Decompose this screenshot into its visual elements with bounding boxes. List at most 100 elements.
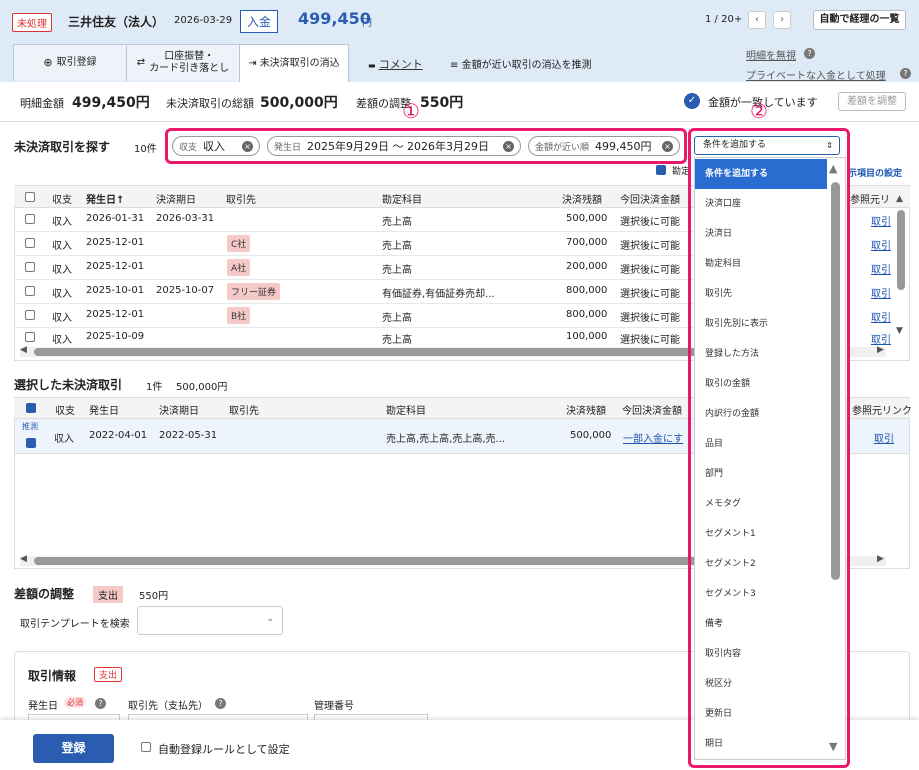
tab-label: 金額が近い取引の消込を推測	[461, 60, 592, 71]
row-checkbox[interactable]	[25, 286, 35, 296]
select-all-checkbox[interactable]	[25, 192, 35, 202]
table-row[interactable]: 収入 2025-12-01 C社 売上高 700,000 選択後に可能	[14, 232, 694, 256]
arrow-left-icon[interactable]: ◀	[20, 554, 27, 564]
cell-balance: 800,000	[566, 285, 608, 296]
tab-unsettled[interactable]: ⇥ 未決済取引の消込	[239, 44, 349, 82]
cell-pay: 選択後に可能	[620, 241, 680, 252]
next-page-button[interactable]: ›	[773, 11, 791, 29]
tab-register[interactable]: ⊕ 取引登録	[13, 44, 127, 81]
adjust-diff-button[interactable]: 差額を調整	[838, 92, 906, 111]
cell-date: 2025-12-01	[86, 237, 145, 248]
divider	[0, 121, 919, 122]
arrow-right-icon[interactable]: ▶	[877, 554, 884, 564]
arrow-up-icon[interactable]: ▲	[896, 194, 903, 204]
ref-link[interactable]: 取引	[871, 285, 891, 300]
partner-label: 取引先（支払先）	[128, 701, 208, 712]
diff-value: 550円	[420, 95, 464, 111]
type-badge: 入金	[240, 10, 279, 33]
ref-link[interactable]: 取引	[871, 261, 891, 276]
ignore-link[interactable]: 明細を無視	[746, 47, 796, 62]
total-label: 未決済取引の総額	[166, 97, 254, 110]
cell-date: 2025-12-01	[86, 261, 145, 272]
col-date[interactable]: 発生日↑	[86, 191, 124, 206]
ref-link[interactable]: 取引	[871, 331, 891, 346]
total-value: 500,000円	[260, 95, 338, 111]
cell-balance: 100,000	[566, 331, 608, 342]
guess-tag: 推測	[22, 422, 38, 431]
tab-transfer[interactable]: ⇄ 口座振替・ カード引き落とし	[126, 44, 240, 81]
table-row[interactable]: 収入 2025-12-01 A社 売上高 200,000 選択後に可能	[14, 256, 694, 280]
adjust-amount: 550円	[139, 591, 169, 602]
cell-pay: 選択後に可能	[620, 289, 680, 300]
register-button[interactable]: 登録	[33, 734, 114, 763]
cell-date: 2025-10-01	[86, 285, 145, 296]
cell-date: 2025-10-09	[86, 331, 145, 342]
tab-label: 口座振替・ カード引き落とし	[149, 51, 230, 74]
cell-account: 売上高	[382, 265, 412, 276]
cell-type: 収入	[52, 217, 72, 228]
partner-tag: C社	[227, 235, 251, 252]
table-row[interactable]: 収入 2025-12-01 B社 売上高 800,000 選択後に可能	[14, 304, 694, 328]
selected-count: 1件	[146, 382, 163, 393]
expense-badge: 支出	[93, 586, 123, 603]
select-all-checkbox[interactable]	[26, 403, 36, 413]
template-select[interactable]: ⌄	[137, 606, 283, 635]
table-row[interactable]: 収入 2025-10-09 売上高 100,000 選択後に可能	[14, 328, 694, 346]
row-checkbox[interactable]	[25, 332, 35, 342]
ref-link[interactable]: 取引	[874, 430, 894, 445]
prev-page-button[interactable]: ‹	[748, 11, 766, 29]
ref-link[interactable]: 取引	[871, 237, 891, 252]
cell-due: 2026-03-31	[156, 213, 215, 224]
help-icon[interactable]: ?	[95, 698, 106, 709]
col-pay: 今回決済金額	[622, 406, 682, 417]
cell-account: 売上高	[382, 313, 412, 324]
row-checkbox[interactable]	[25, 262, 35, 272]
pager-text: 1 / 20+	[705, 14, 743, 25]
help-icon[interactable]: ?	[215, 698, 226, 709]
row-checkbox[interactable]	[25, 310, 35, 320]
arrow-left-icon[interactable]: ◀	[20, 345, 27, 355]
auto-rule-label: 自動登録ルールとして設定	[158, 743, 290, 756]
template-label: 取引テンプレートを検索	[20, 619, 130, 630]
annotation-box-2	[688, 128, 850, 768]
auto-list-button[interactable]: 自動で経理の一覧	[813, 10, 906, 30]
display-settings-link[interactable]: 示項目の設定	[848, 166, 902, 179]
arrow-down-icon[interactable]: ▼	[896, 326, 903, 336]
partial-payment-link[interactable]: 一部入金にす	[623, 430, 683, 445]
header-amount: 499,450	[298, 9, 371, 28]
detail-amount-label: 明細金額	[20, 97, 64, 110]
row-checkbox[interactable]	[25, 214, 35, 224]
row-checkbox[interactable]	[25, 238, 35, 248]
tab-comment[interactable]: ▬ コメント	[368, 56, 423, 72]
arrow-right-icon[interactable]: ▶	[877, 345, 884, 355]
cell-pay: 選択後に可能	[620, 335, 680, 346]
ref-link[interactable]: 取引	[871, 309, 891, 324]
company-name: 三井住友（法人）	[68, 15, 165, 29]
col-account: 勘定科目	[386, 406, 426, 417]
status-badge: 未処理	[12, 13, 52, 32]
col-ref: 参照元リンク	[852, 406, 912, 417]
scroll-thumb[interactable]	[34, 557, 700, 565]
search-title: 未決済取引を探す	[14, 140, 111, 154]
cell-type: 収入	[54, 434, 74, 445]
adjust-title: 差額の調整	[14, 587, 75, 601]
date-label: 発生日	[28, 701, 58, 712]
col-type: 収支	[55, 406, 75, 417]
scroll-thumb[interactable]	[34, 348, 700, 356]
table-row[interactable]: 収入 2025-10-01 2025-10-07 フリー証券 有価証券,有価証券…	[14, 280, 694, 304]
row-checkbox[interactable]	[26, 438, 36, 448]
private-link[interactable]: プライベートな入金として処理	[746, 67, 886, 82]
tab-guess[interactable]: ≡ 金額が近い取引の消込を推測	[450, 56, 592, 71]
vertical-scrollbar[interactable]: ▲ ▼	[896, 194, 906, 344]
required-badge: 必須	[64, 697, 86, 708]
auto-rule-checkbox[interactable]	[141, 742, 151, 752]
partner-tag: A社	[227, 259, 251, 276]
scroll-thumb[interactable]	[897, 210, 905, 290]
ref-link[interactable]: 取引	[871, 213, 891, 228]
col-due: 決済期日	[156, 195, 196, 206]
help-icon[interactable]: ?	[900, 68, 911, 79]
table-row[interactable]: 収入 2026-01-31 2026-03-31 売上高 500,000 選択後…	[14, 208, 694, 232]
partial-checkbox[interactable]	[656, 165, 666, 175]
cell-type: 収入	[52, 313, 72, 324]
help-icon[interactable]: ?	[804, 48, 815, 59]
